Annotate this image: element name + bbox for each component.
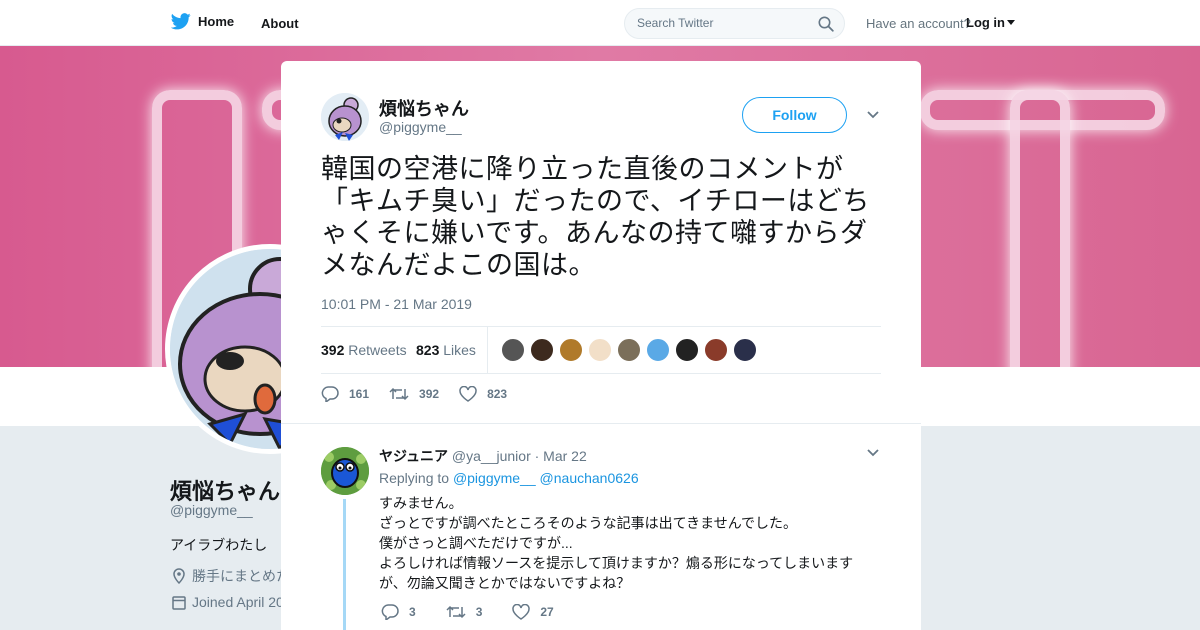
mention-link[interactable]: @piggyme__ (453, 470, 536, 486)
retweet-action[interactable]: 3 (446, 605, 483, 619)
replying-to: Replying to @piggyme__ @nauchan0626 (379, 470, 639, 486)
likes-count: 823 (416, 342, 440, 358)
retweet-icon (389, 387, 409, 401)
reply-author-handle[interactable]: @ya__junior (452, 448, 531, 464)
reply-actions: 3 3 27 (381, 604, 584, 620)
liker-avatar[interactable] (501, 338, 525, 362)
reply-text: すみません。 ざっとですが調べたところそのような記事は出てきませんでした。 僕が… (379, 495, 854, 591)
tweet-author-name[interactable]: 煩悩ちゃん (379, 95, 469, 121)
reply-count: 3 (409, 605, 416, 619)
reply-header: ヤジュニア @ya__junior · Mar 22 (379, 446, 587, 466)
stats-divider (487, 327, 488, 374)
liker-avatar[interactable] (646, 338, 670, 362)
reply-author-avatar[interactable] (321, 447, 369, 495)
chevron-down-icon[interactable] (867, 111, 879, 119)
liker-avatar[interactable] (675, 338, 699, 362)
like-count: 27 (540, 605, 554, 619)
retweet-count: 3 (475, 605, 483, 619)
reply-action[interactable]: 161 (321, 386, 369, 402)
liker-avatar[interactable] (588, 338, 612, 362)
retweets-stat[interactable]: 392 Retweets (321, 342, 407, 358)
reply-icon (321, 386, 339, 402)
reply-count: 161 (349, 387, 370, 401)
reply-date[interactable]: · Mar 22 (535, 448, 587, 464)
retweets-label: Retweets (348, 342, 407, 358)
heart-icon (512, 604, 531, 620)
chevron-down-icon[interactable] (867, 449, 879, 457)
replying-to-label: Replying to (379, 470, 450, 486)
tweet-author-handle[interactable]: @piggyme__ (379, 119, 462, 135)
heart-icon (459, 386, 477, 402)
likes-label: Likes (443, 342, 476, 358)
close-icon[interactable] (1156, 13, 1178, 35)
tweet-actions: 161 392 823 (321, 386, 527, 402)
liker-avatar[interactable] (617, 338, 641, 362)
reply-author-name[interactable]: ヤジュニア (379, 448, 448, 464)
reply-icon (381, 604, 399, 620)
like-count: 823 (487, 387, 508, 401)
follow-button[interactable]: Follow (742, 97, 847, 133)
retweet-count: 392 (419, 387, 440, 401)
thread-divider (281, 423, 921, 433)
tweet-timestamp[interactable]: 10:01 PM - 21 Mar 2019 (321, 296, 472, 312)
retweets-count: 392 (321, 342, 345, 358)
bear-avatar-icon (321, 93, 369, 141)
liker-avatar[interactable] (530, 338, 554, 362)
thread-line (343, 499, 346, 630)
retweet-action[interactable]: 392 (389, 387, 439, 401)
retweet-icon (446, 605, 466, 619)
like-action[interactable]: 27 (512, 604, 554, 620)
like-action[interactable]: 823 (459, 386, 507, 402)
tweet-text: 韓国の空港に降り立った直後のコメントが「キムチ臭い」だったので、イチローはどちゃ… (321, 154, 870, 280)
likes-stat[interactable]: 823 Likes (416, 342, 476, 358)
frog-avatar-icon (321, 447, 369, 495)
liker-avatar[interactable] (704, 338, 728, 362)
liker-avatar[interactable] (559, 338, 583, 362)
tweet-stats: 392 Retweets 823 Likes (321, 326, 881, 374)
mention-link[interactable]: @nauchan0626 (540, 470, 639, 486)
liker-avatars (501, 338, 757, 362)
tweet-author-avatar[interactable] (321, 93, 369, 141)
tweet-modal: 煩悩ちゃん @piggyme__ Follow 韓国の空港に降り立った直後のコメ… (281, 61, 921, 630)
liker-avatar[interactable] (733, 338, 757, 362)
reply-action[interactable]: 3 (381, 604, 416, 620)
